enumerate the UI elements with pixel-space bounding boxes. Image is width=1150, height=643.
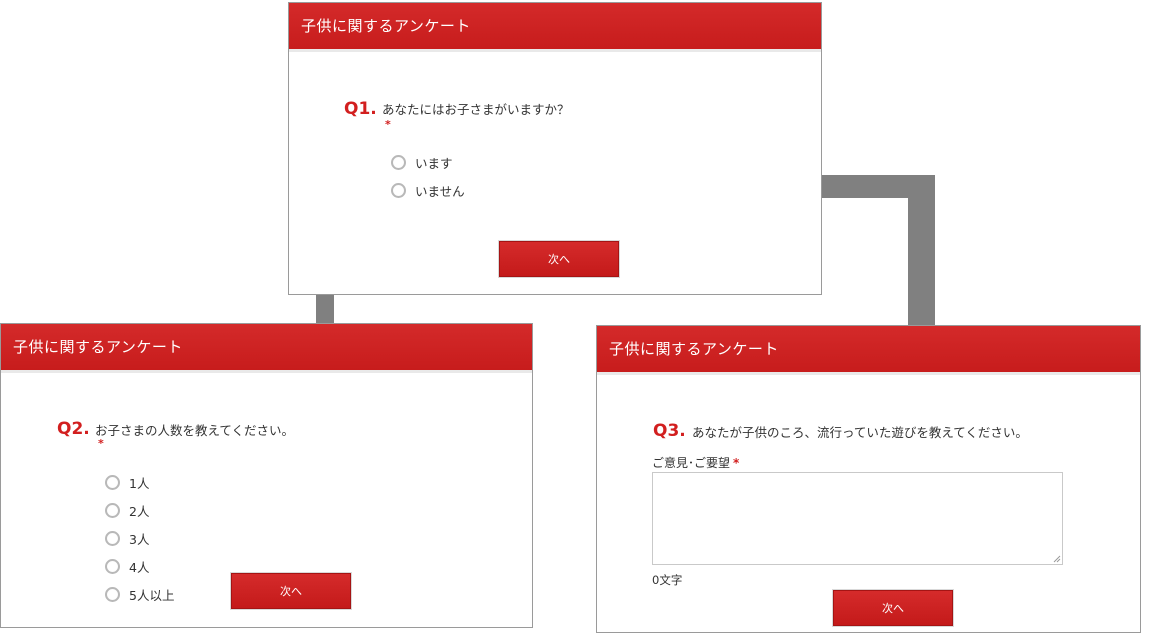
option-label: 2人 bbox=[129, 504, 150, 519]
char-count: 0文字 bbox=[652, 573, 683, 587]
option-label: います bbox=[415, 156, 453, 171]
next-button[interactable]: 次へ bbox=[833, 590, 953, 626]
question-text: あなたが子供のころ、流行っていた遊びを教えてください。 bbox=[692, 425, 1028, 440]
panel-q3: 子供に関するアンケート Q3. あなたが子供のころ、流行っていた遊びを教えてくだ… bbox=[596, 325, 1141, 633]
option-5[interactable]: 5人以上 bbox=[105, 585, 174, 604]
option-label: 3人 bbox=[129, 532, 150, 547]
radio-button[interactable] bbox=[105, 475, 120, 490]
option-4[interactable]: 4人 bbox=[105, 557, 149, 576]
panel-q2: 子供に関するアンケート Q2. お子さまの人数を教えてください。 * 1人 2人… bbox=[0, 323, 533, 628]
radio-button[interactable] bbox=[105, 587, 120, 602]
comment-textarea[interactable] bbox=[652, 472, 1063, 565]
next-button[interactable]: 次へ bbox=[231, 573, 351, 609]
panel-q1: 子供に関するアンケート Q1. あなたにはお子さまがいますか？ * います いま… bbox=[288, 2, 822, 295]
radio-button[interactable] bbox=[391, 183, 406, 198]
field-label-text: ご意見･ご要望 bbox=[652, 456, 731, 470]
question-text: お子さまの人数を教えてください。 bbox=[95, 423, 295, 438]
panel-title: 子供に関するアンケート bbox=[289, 3, 821, 52]
required-mark: * bbox=[385, 118, 391, 131]
panel-title: 子供に関するアンケート bbox=[1, 324, 532, 373]
radio-button[interactable] bbox=[391, 155, 406, 170]
next-button[interactable]: 次へ bbox=[499, 241, 619, 277]
option-label: 5人以上 bbox=[129, 588, 175, 603]
required-mark: * bbox=[733, 456, 740, 470]
question-number: Q2. bbox=[57, 419, 90, 439]
option-yes[interactable]: います bbox=[391, 153, 453, 172]
option-1[interactable]: 1人 bbox=[105, 473, 149, 492]
question-number: Q1. bbox=[344, 99, 377, 119]
radio-button[interactable] bbox=[105, 503, 120, 518]
option-label: いません bbox=[415, 184, 465, 199]
panel-title: 子供に関するアンケート bbox=[597, 326, 1140, 375]
required-mark: * bbox=[98, 437, 104, 450]
option-2[interactable]: 2人 bbox=[105, 501, 149, 520]
question-text: あなたにはお子さまがいますか？ bbox=[382, 102, 570, 117]
resize-handle-icon[interactable] bbox=[1053, 555, 1061, 563]
question-number: Q3. bbox=[653, 421, 686, 441]
option-3[interactable]: 3人 bbox=[105, 529, 149, 548]
radio-button[interactable] bbox=[105, 531, 120, 546]
radio-button[interactable] bbox=[105, 559, 120, 574]
option-no[interactable]: いません bbox=[391, 181, 465, 200]
option-label: 4人 bbox=[129, 560, 150, 575]
option-label: 1人 bbox=[129, 476, 150, 491]
survey-flow-diagram: 子供に関するアンケート Q1. あなたにはお子さまがいますか？ * います いま… bbox=[0, 0, 1150, 643]
comment-field-label: ご意見･ご要望 * bbox=[652, 454, 739, 471]
